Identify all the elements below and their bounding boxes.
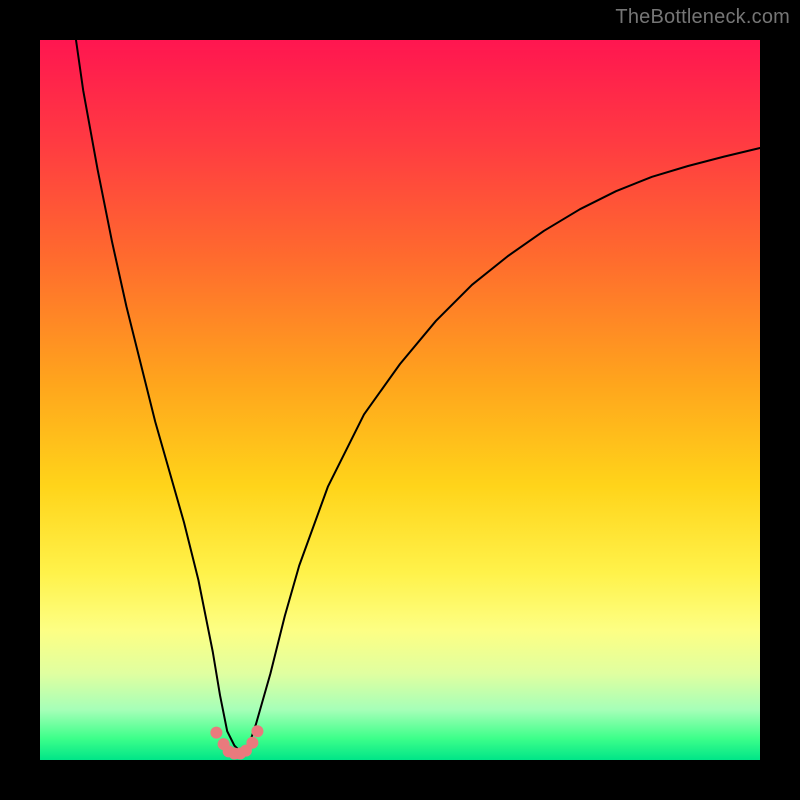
near-zero-markers <box>210 725 263 759</box>
chart-frame: TheBottleneck.com <box>0 0 800 800</box>
plot-area <box>40 40 760 760</box>
watermark-text: TheBottleneck.com <box>615 6 790 29</box>
bottleneck-curve <box>76 40 760 753</box>
chart-svg <box>40 40 760 760</box>
